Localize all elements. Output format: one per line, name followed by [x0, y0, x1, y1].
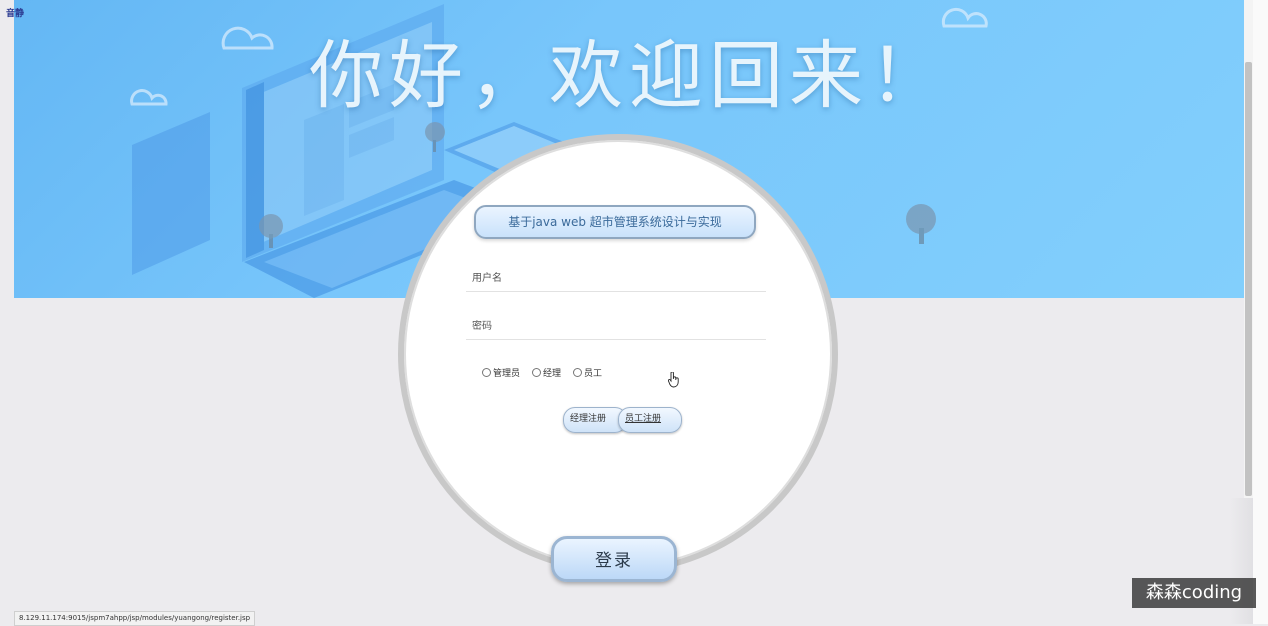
role-radio-employee[interactable] [573, 368, 583, 377]
hand-cursor-icon [668, 372, 679, 388]
role-option-manager[interactable]: 经理 [532, 366, 561, 379]
watermark-label: 森森coding [1132, 578, 1256, 608]
corner-tag: 音静 [6, 9, 25, 19]
employee-register-button[interactable]: 员工注册 [618, 407, 682, 433]
system-name-badge: 基于java web 超市管理系统设计与实现 [474, 205, 756, 239]
role-radio-manager[interactable] [532, 368, 542, 377]
role-label-employee: 员工 [584, 369, 603, 379]
password-field[interactable] [466, 314, 766, 340]
username-field[interactable] [466, 266, 766, 292]
role-radio-admin[interactable] [482, 368, 491, 377]
scrollbar-thumb[interactable] [1245, 62, 1252, 496]
login-panel [398, 134, 838, 574]
role-label-admin: 管理员 [493, 369, 521, 379]
role-label-manager: 经理 [543, 369, 562, 379]
role-option-admin[interactable]: 管理员 [482, 366, 520, 379]
role-option-employee[interactable]: 员工 [573, 366, 602, 379]
role-selector: 管理员 经理 员工 [482, 366, 602, 379]
window-edge [1253, 0, 1268, 624]
login-button[interactable]: 登录 [551, 536, 677, 582]
page-title: 你好，欢迎回来！ [309, 33, 949, 119]
